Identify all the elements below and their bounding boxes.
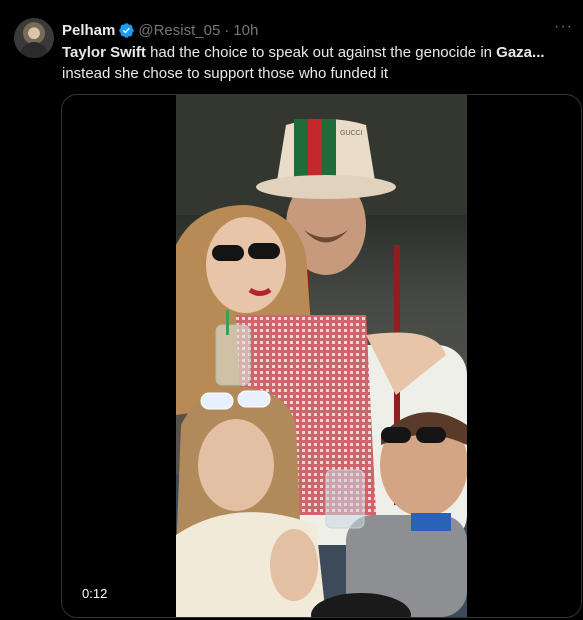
timestamp[interactable]: 10h [233,22,258,39]
tweet-text-bold-place[interactable]: Gaza... [496,44,544,61]
video-player[interactable]: GUCCI 0:12 [61,94,582,618]
tweet-header: Pelham @Resist_05 · 10h [62,20,258,40]
author-name[interactable]: Pelham [62,22,115,39]
tweet[interactable]: Pelham @Resist_05 · 10h ··· Taylor Swift… [0,0,583,620]
separator-dot: · [224,21,230,39]
avatar[interactable] [14,18,54,58]
video-thumbnail-illustration: GUCCI [176,95,467,617]
avatar-figure [20,42,48,58]
video-duration: 0:12 [76,584,114,603]
hat-text: GUCCI [340,130,363,137]
verified-badge-icon [119,22,135,38]
video-frame[interactable]: GUCCI [176,95,467,617]
tweet-text-middle: had the choice to speak out against the … [145,44,497,61]
author-handle[interactable]: @Resist_05 [138,22,220,39]
more-icon[interactable]: ··· [554,19,573,35]
tweet-text-bold-name[interactable]: Taylor Swift [62,44,146,61]
tweet-text-line2: instead she chose to support those who f… [62,65,389,82]
tweet-text: Taylor Swift had the choice to speak out… [62,42,562,84]
